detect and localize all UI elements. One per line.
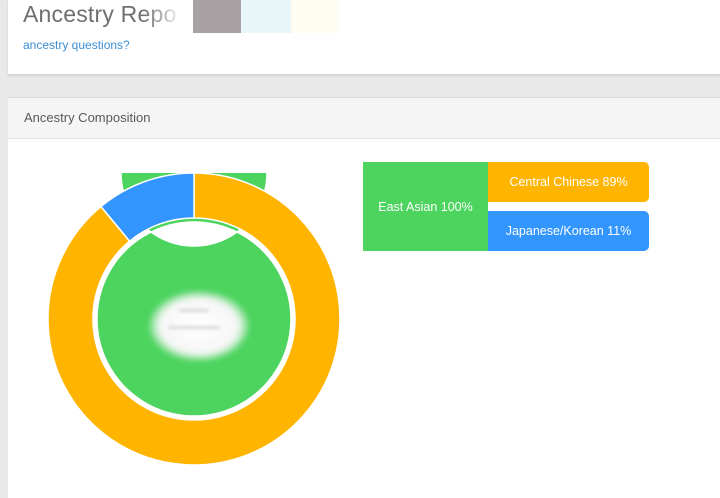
redacted-swatch-cyan (241, 0, 291, 33)
redacted-swatch-gray (193, 0, 241, 33)
redacted-swatch-cream (291, 0, 339, 33)
legend-item-central-chinese[interactable]: Central Chinese 89% (488, 162, 649, 202)
ancestry-questions-link[interactable]: ancestry questions? (23, 38, 130, 52)
panel-header: Ancestry Composition (8, 98, 720, 139)
report-header-card: Ancestry Repo ancestry questions? (8, 0, 720, 75)
panel-title: Ancestry Composition (24, 110, 151, 125)
legend-item-japanese-korean[interactable]: Japanese/Korean 11% (488, 211, 649, 251)
ancestry-legend: East Asian 100% Central Chinese 89% Japa… (363, 162, 651, 251)
blurred-center-text-line (179, 309, 209, 312)
blurred-center-text-line (168, 326, 220, 329)
ancestry-composition-card: Ancestry Composition East Asian 100% Cen… (8, 97, 720, 498)
legend-item-east-asian[interactable]: East Asian 100% (363, 162, 488, 251)
